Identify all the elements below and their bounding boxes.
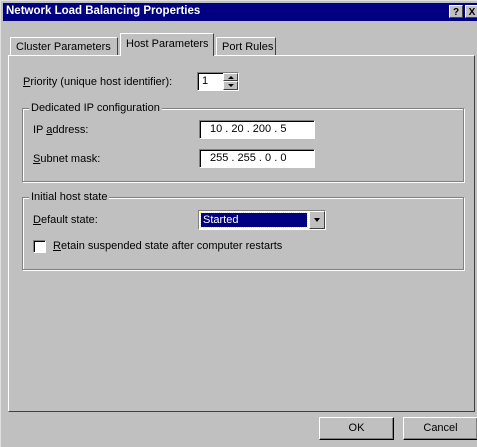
spin-down-button[interactable] — [223, 81, 238, 90]
help-button[interactable]: ? — [449, 5, 463, 18]
priority-spinner[interactable] — [223, 73, 238, 90]
tab-host-parameters[interactable]: Host Parameters — [120, 33, 214, 56]
default-state-value: Started — [200, 212, 308, 228]
subnet-mask-input[interactable]: 255 . 255 . 0 . 0 — [199, 149, 315, 168]
default-state-select[interactable]: Started — [198, 210, 326, 230]
spin-up-button[interactable] — [223, 73, 238, 81]
ok-button[interactable]: OK — [319, 417, 394, 440]
initial-host-state-legend: Initial host state — [29, 191, 110, 203]
subnet-mask-label: Subnet mask: — [33, 153, 101, 165]
cancel-button[interactable]: Cancel — [403, 417, 477, 440]
retain-suspended-checkbox[interactable] — [33, 240, 46, 253]
arrow-down-icon — [228, 84, 234, 87]
retain-suspended-label[interactable]: Retain suspended state after computer re… — [53, 240, 282, 252]
properties-dialog: Network Load Balancing Properties ? X Cl… — [0, 0, 477, 447]
title-bar[interactable]: Network Load Balancing Properties ? X — [3, 3, 477, 21]
arrow-up-icon — [228, 76, 234, 79]
dedicated-ip-legend: Dedicated IP configuration — [29, 102, 162, 114]
priority-label: Priority (unique host identifier): — [23, 76, 173, 88]
initial-host-state-group: Initial host state Default state: Starte… — [22, 191, 464, 270]
default-state-label: Default state: — [33, 214, 98, 226]
dropdown-button[interactable] — [309, 211, 325, 229]
dedicated-ip-group: Dedicated IP configuration IP address: 1… — [22, 102, 464, 182]
ip-address-input[interactable]: 10 . 20 . 200 . 5 — [199, 120, 315, 139]
ip-address-label: IP address: — [33, 124, 89, 136]
tab-port-rules[interactable]: Port Rules — [216, 37, 276, 55]
close-button[interactable]: X — [465, 5, 477, 18]
host-parameters-panel: Priority (unique host identifier): 1 Ded… — [8, 55, 475, 412]
window-title: Network Load Balancing Properties — [6, 5, 201, 17]
chevron-down-icon — [314, 218, 320, 222]
tab-cluster-parameters[interactable]: Cluster Parameters — [10, 37, 118, 55]
